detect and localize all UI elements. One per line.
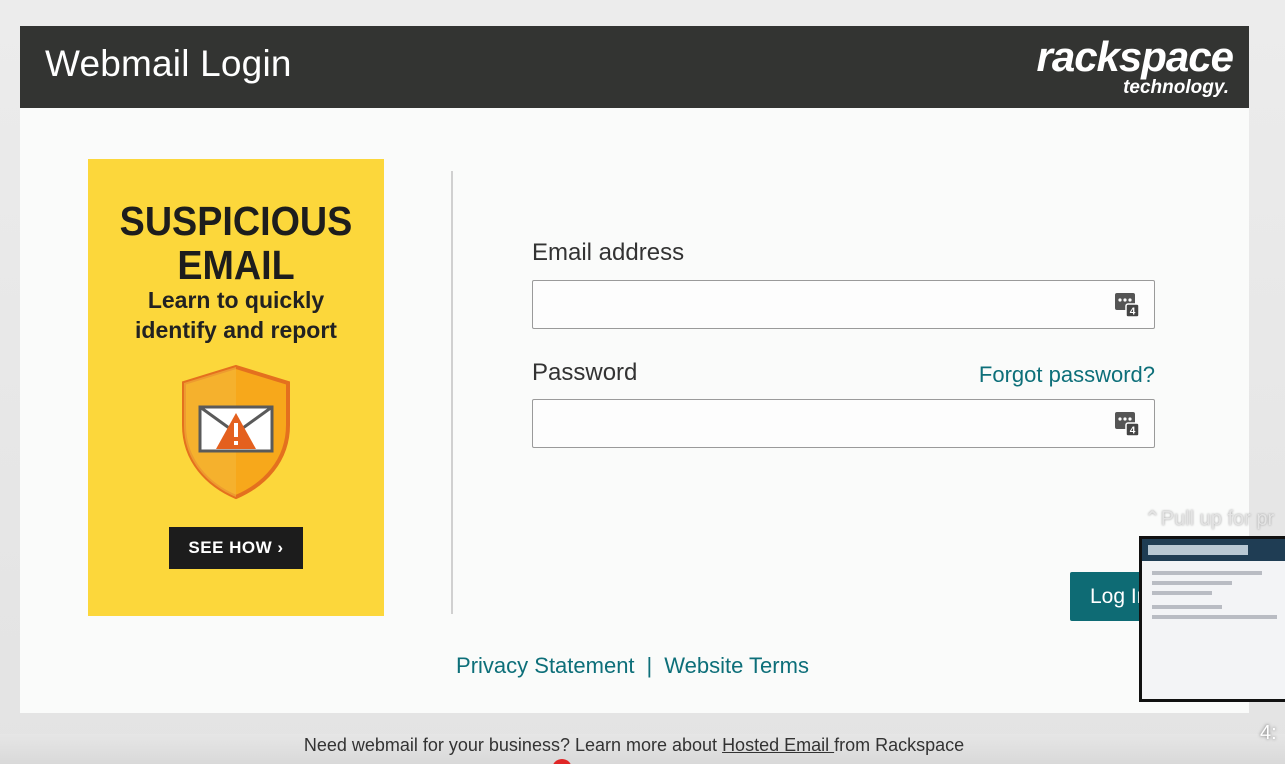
pull-up-hint: ⌃Pull up for pr — [1144, 508, 1275, 530]
brand-sub: technology. — [1123, 77, 1229, 98]
password-input[interactable] — [533, 400, 1154, 447]
ad-subtitle: Learn to quickly identify and report — [88, 285, 384, 345]
video-timestamp: 4: — [1260, 722, 1277, 744]
picture-in-picture-preview[interactable] — [1139, 536, 1285, 702]
svg-text:4: 4 — [1130, 426, 1136, 437]
login-card: Webmail Login rackspace technology. SUSP… — [20, 26, 1249, 713]
footer-links: Privacy Statement | Website Terms — [20, 653, 1249, 679]
promo-text-before: Need webmail for your business? Learn mo… — [303, 735, 723, 755]
hosted-email-link[interactable]: Hosted Email — [722, 735, 834, 755]
pip-text-line — [1152, 571, 1262, 575]
pip-text-line — [1152, 605, 1222, 609]
password-field[interactable]: 4 — [532, 399, 1155, 448]
pip-text-line — [1152, 615, 1277, 619]
promo-text-after: from Rackspace — [834, 735, 965, 755]
see-how-button[interactable]: SEE HOW › — [169, 527, 303, 569]
suspicious-email-ad[interactable]: SUSPICIOUS EMAIL Learn to quickly identi… — [88, 159, 384, 616]
password-manager-icon[interactable]: 4 — [1114, 410, 1140, 437]
ad-headline-line2: EMAIL — [177, 242, 295, 288]
privacy-statement-link[interactable]: Privacy Statement — [456, 653, 635, 678]
email-field[interactable]: 4 — [532, 280, 1155, 329]
hosted-email-promo: Need webmail for your business? Learn mo… — [0, 735, 1268, 756]
email-label: Email address — [532, 239, 685, 266]
pip-text-line — [1152, 591, 1212, 595]
rackspace-logo: rackspace technology. — [1023, 33, 1234, 102]
ad-headline-line1: SUSPICIOUS — [119, 198, 353, 244]
website-terms-link[interactable]: Website Terms — [664, 653, 809, 678]
pip-text-line — [1152, 581, 1232, 585]
svg-text:4: 4 — [1130, 307, 1136, 318]
header-bar: Webmail Login rackspace technology. — [20, 26, 1249, 108]
ad-headline: SUSPICIOUS EMAIL — [100, 199, 372, 287]
password-manager-icon[interactable]: 4 — [1114, 291, 1140, 318]
ad-subtitle-line2: identify and report — [135, 317, 337, 343]
forgot-password-link[interactable]: Forgot password? — [979, 362, 1155, 388]
pip-title-bar — [1142, 539, 1285, 561]
password-label: Password — [532, 359, 638, 386]
footer-separator: | — [646, 653, 653, 678]
page-title: Webmail Login — [45, 43, 292, 84]
brand-name: rackspace — [1036, 33, 1234, 80]
vertical-divider — [451, 171, 453, 614]
pip-title-text — [1148, 545, 1248, 555]
email-input[interactable] — [533, 281, 1154, 328]
shield-envelope-warning-icon — [182, 364, 290, 500]
ad-subtitle-line1: Learn to quickly — [147, 287, 325, 313]
